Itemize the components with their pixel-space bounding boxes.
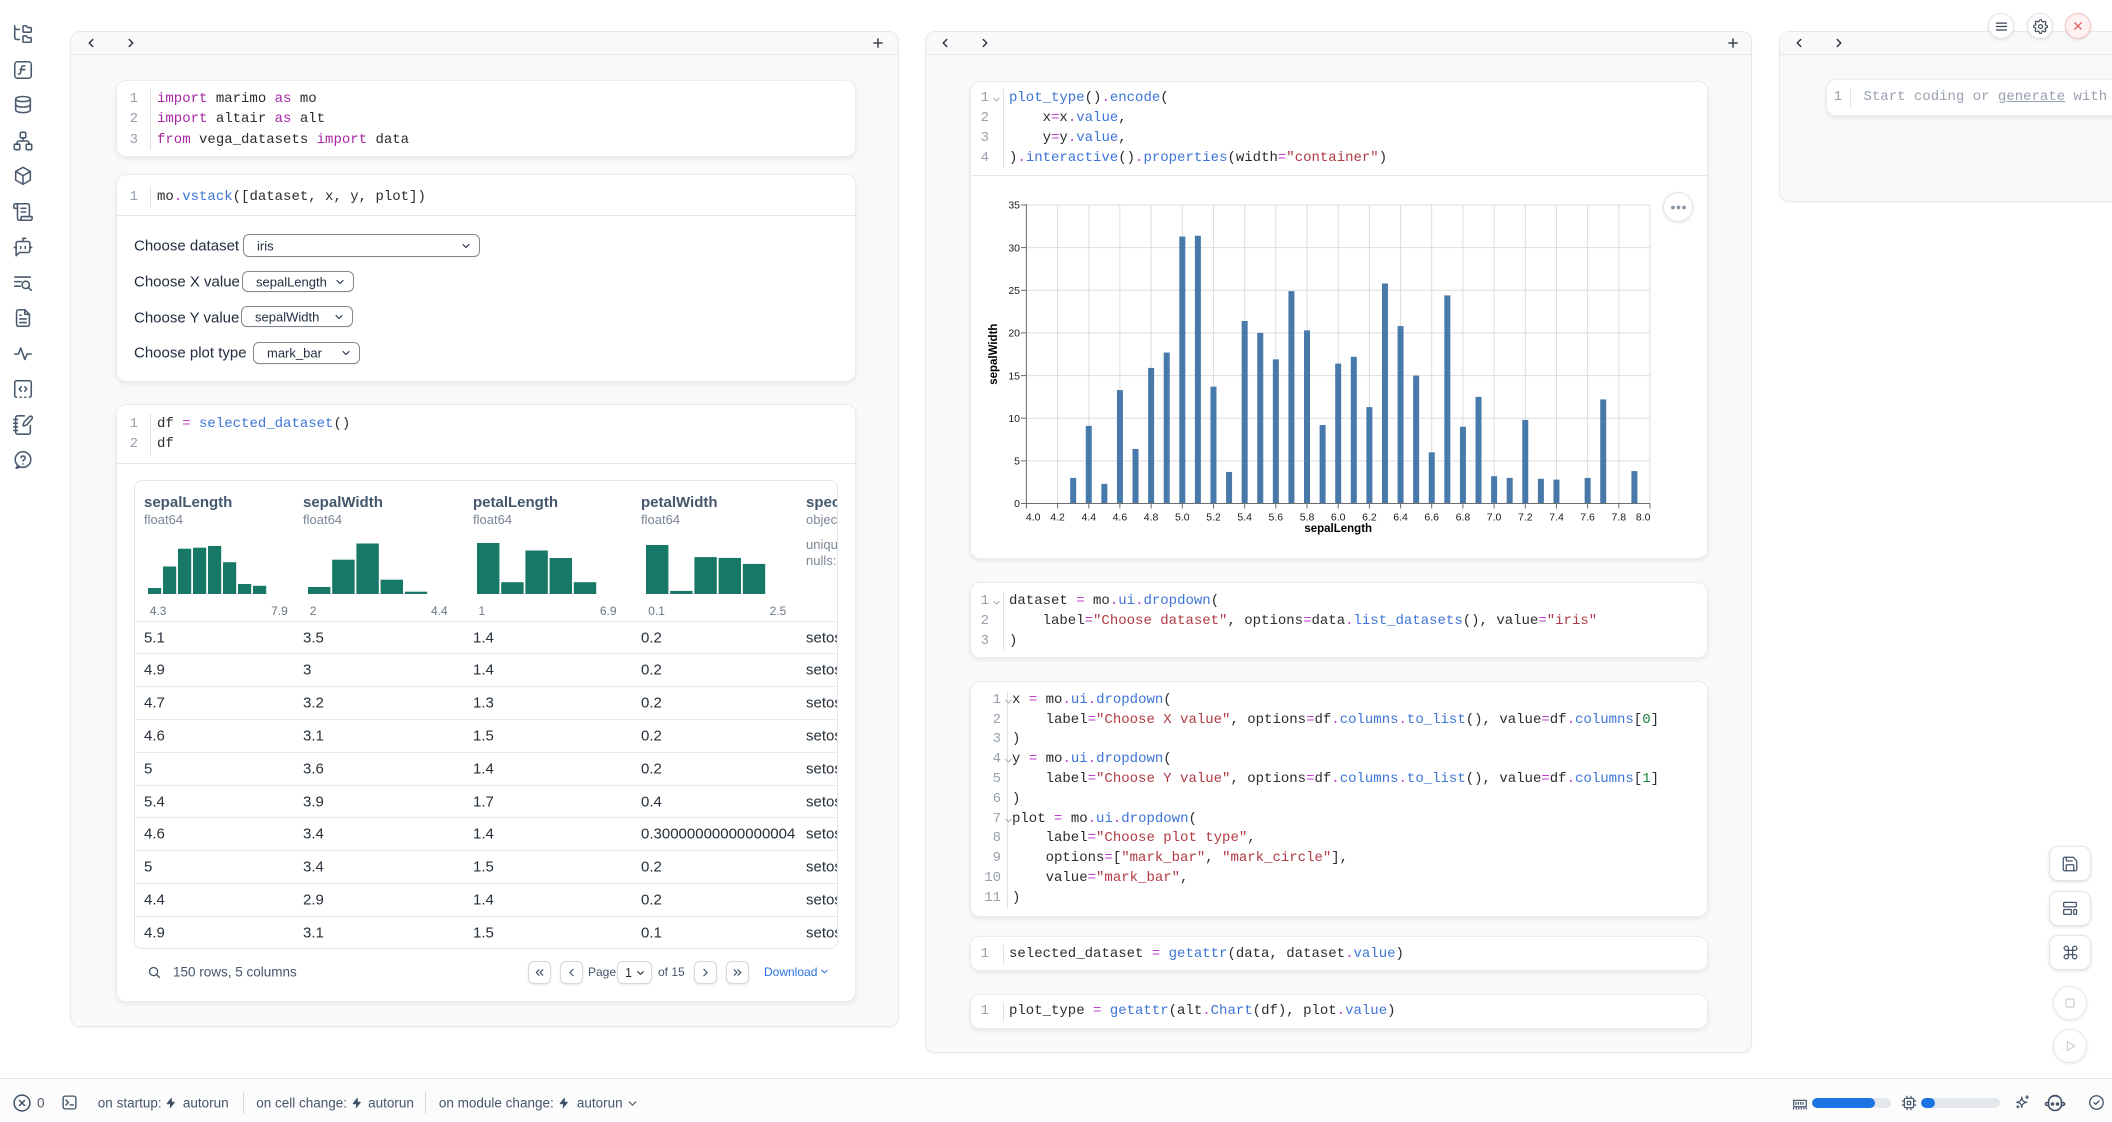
svg-text:8.0: 8.0 [1636,512,1651,524]
svg-text:sepalLength: sepalLength [1304,523,1372,535]
svg-text:5.4: 5.4 [1237,512,1252,524]
svg-text:sepalWidth: sepalWidth [988,324,1000,385]
svg-text:25: 25 [1008,285,1020,297]
svg-text:6.2: 6.2 [1362,512,1377,524]
svg-text:30: 30 [1008,242,1020,254]
svg-text:7.4: 7.4 [1549,512,1564,524]
svg-text:20: 20 [1008,328,1020,340]
svg-text:4.0: 4.0 [1026,512,1041,524]
svg-text:6.6: 6.6 [1424,512,1439,524]
svg-text:15: 15 [1008,370,1020,382]
svg-text:6.4: 6.4 [1393,512,1408,524]
svg-text:0: 0 [1014,498,1020,510]
svg-text:5.2: 5.2 [1206,512,1221,524]
svg-text:7.6: 7.6 [1580,512,1595,524]
svg-text:10: 10 [1008,413,1020,425]
svg-text:7.0: 7.0 [1487,512,1502,524]
svg-text:7.8: 7.8 [1611,512,1626,524]
svg-text:5.8: 5.8 [1300,512,1315,524]
svg-text:35: 35 [1008,200,1020,212]
svg-text:6.8: 6.8 [1456,512,1471,524]
svg-text:6.0: 6.0 [1331,512,1346,524]
svg-text:5.6: 5.6 [1268,512,1283,524]
svg-text:4.8: 4.8 [1144,512,1159,524]
svg-text:5: 5 [1014,456,1020,468]
svg-text:4.4: 4.4 [1081,512,1096,524]
svg-text:7.2: 7.2 [1518,512,1533,524]
svg-text:5.0: 5.0 [1175,512,1190,524]
svg-text:4.6: 4.6 [1113,512,1128,524]
svg-text:4.2: 4.2 [1050,512,1065,524]
